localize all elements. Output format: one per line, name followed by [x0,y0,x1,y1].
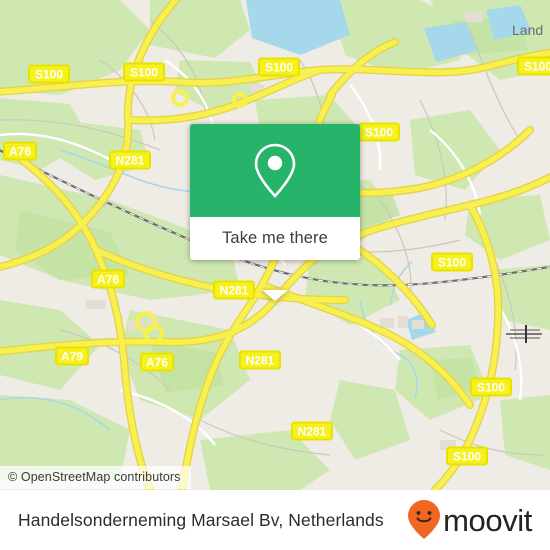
road-shield: S100 [123,62,165,82]
road-shield-label: S100 [477,381,505,395]
card-action-area[interactable]: Take me there [190,217,360,260]
road-shield: A79 [55,346,89,366]
card-pointer-tail [262,290,288,301]
footer-bar: Handelsonderneming Marsael Bv, Netherlan… [0,490,550,550]
road-shield-label: N281 [298,425,327,439]
road-shield-label: N281 [116,154,145,168]
road-shield-label: A76 [97,273,119,287]
road-shield-label: N281 [246,354,275,368]
road-shield-label: N281 [220,284,249,298]
moovit-wordmark: moovit [443,502,532,538]
road-shield: S100 [517,56,550,76]
map-place-label: Land [512,22,543,38]
road-shield: S100 [28,64,70,84]
road-shield: A76 [140,352,174,372]
road-shield: A76 [91,269,125,289]
road-shield-label: A79 [61,350,83,364]
moovit-map-screenshot: Land S100 S100 S100 S100 S100 S100 S100 S100 A76… [0,0,550,550]
road-shield: S100 [470,377,512,397]
take-me-there-label: Take me there [222,229,328,247]
road-shield: A76 [3,141,37,161]
road-shield-label: S100 [365,126,393,140]
map-pin-icon [254,143,296,198]
road-shield-label: A76 [146,356,168,370]
road-shield: S100 [258,57,300,77]
road-shield: S100 [446,446,488,466]
moovit-logo[interactable]: moovit [407,499,532,541]
road-shield: N281 [109,150,151,170]
road-shield: N281 [239,350,281,370]
road-shield-label: A76 [9,145,31,159]
road-shield-label: S100 [35,68,63,82]
road-shield: N281 [291,421,333,441]
road-shield: S100 [431,252,473,272]
osm-attribution[interactable]: © OpenStreetMap contributors [0,466,191,489]
moovit-smiley-pin-icon [408,500,441,539]
card-pin-area [190,124,360,217]
road-shield-label: S100 [453,450,481,464]
road-shield: N281 [213,280,255,300]
road-shield: S100 [358,122,400,142]
road-shield-label: S100 [524,60,550,74]
place-title: Handelsonderneming Marsael Bv, Netherlan… [18,509,384,530]
road-shield-label: S100 [265,61,293,75]
road-shield-label: S100 [438,256,466,270]
road-shield-label: S100 [130,66,158,80]
location-callout-card[interactable]: Take me there [190,124,360,301]
